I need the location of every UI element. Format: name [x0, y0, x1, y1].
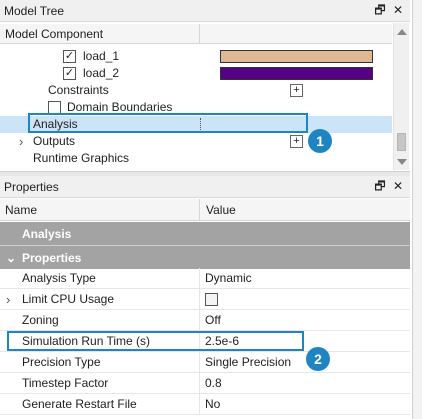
section-properties[interactable]: ⌄ Properties: [0, 246, 410, 269]
close-icon[interactable]: ✕: [392, 3, 404, 17]
load-1-checkbox[interactable]: ✓: [63, 49, 76, 63]
restore-icon[interactable]: 🗗: [374, 3, 386, 17]
tree-item-constraints[interactable]: Constraints: [48, 81, 198, 99]
properties-title: Properties: [4, 179, 59, 194]
scroll-down-icon[interactable]: [397, 159, 407, 165]
property-name: Timestep Factor: [0, 373, 200, 393]
restore-icon[interactable]: 🗗: [374, 179, 386, 193]
add-output-button[interactable]: +: [290, 135, 303, 148]
load-1-color-swatch[interactable]: [220, 50, 373, 63]
load-2-checkbox[interactable]: ✓: [63, 66, 76, 80]
expand-icon[interactable]: ›: [6, 292, 22, 307]
model-tree-title: Model Tree: [4, 3, 65, 18]
tree-item-label: load_2: [83, 66, 120, 80]
tree-item-label: load_1: [83, 49, 120, 63]
tree-item-label: Constraints: [48, 83, 109, 97]
tree-item-runtime-graphics[interactable]: Runtime Graphics: [33, 149, 183, 167]
expand-icon[interactable]: ›: [19, 134, 33, 149]
domain-boundaries-checkbox[interactable]: [48, 100, 61, 114]
tree-item-label: Runtime Graphics: [33, 151, 130, 165]
property-row-analysis-type[interactable]: Analysis Type Dynamic: [0, 268, 410, 289]
property-name: Generate Restart File: [0, 394, 200, 414]
adjacent-panel-edge: [412, 0, 422, 419]
add-constraint-button[interactable]: +: [290, 84, 303, 97]
property-name-cell: › Limit CPU Usage: [0, 289, 200, 309]
scroll-thumb[interactable]: [397, 133, 406, 151]
close-icon[interactable]: ✕: [392, 179, 404, 193]
load-2-color-swatch[interactable]: [220, 67, 373, 80]
property-name: Analysis Type: [0, 268, 200, 288]
tree-item-load-1[interactable]: ✓ load_1: [63, 47, 203, 65]
properties-column-header: Name Value: [0, 199, 410, 221]
property-row-precision-type[interactable]: Precision Type Single Precision: [0, 352, 410, 373]
callout-badge-1: 1: [308, 129, 332, 153]
tree-item-label: Outputs: [33, 134, 76, 148]
property-value[interactable]: No: [200, 397, 220, 411]
model-component-header: Model Component: [0, 24, 200, 43]
tree-item-label: Domain Boundaries: [67, 100, 173, 114]
model-tree-titlebar: Model Tree 🗗 ✕: [0, 0, 410, 22]
section-label: Analysis: [22, 226, 72, 241]
property-row-zoning[interactable]: Zoning Off: [0, 310, 410, 331]
callout-badge-2: 2: [306, 347, 330, 371]
model-tree-scrollbar[interactable]: [393, 23, 409, 170]
properties-titlebar: Properties 🗗 ✕: [0, 176, 410, 198]
callout-box-1: [28, 113, 308, 133]
name-column-header: Name: [0, 199, 200, 220]
section-label: Properties: [22, 250, 82, 265]
section-analysis[interactable]: Analysis: [0, 222, 410, 245]
tree-item-load-2[interactable]: ✓ load_2: [63, 64, 203, 82]
property-row-timestep-factor[interactable]: Timestep Factor 0.8: [0, 373, 410, 394]
property-name: Precision Type: [0, 352, 200, 372]
property-value[interactable]: Off: [200, 313, 221, 327]
property-value[interactable]: Dynamic: [200, 271, 252, 285]
property-row-limit-cpu-usage[interactable]: › Limit CPU Usage: [0, 289, 410, 310]
tree-item-outputs[interactable]: › Outputs: [19, 132, 169, 150]
limit-cpu-checkbox[interactable]: [205, 292, 218, 306]
property-name: Zoning: [0, 310, 200, 330]
value-column-header: Value: [206, 202, 236, 217]
property-value[interactable]: Single Precision: [200, 355, 291, 369]
property-value[interactable]: 0.8: [200, 376, 222, 390]
collapse-icon[interactable]: ⌄: [0, 251, 22, 265]
scroll-up-icon[interactable]: [397, 29, 407, 35]
callout-box-2: [7, 331, 304, 351]
model-tree-column-header: Model Component: [0, 24, 392, 44]
property-row-generate-restart-file[interactable]: Generate Restart File No: [0, 394, 410, 415]
property-name: Limit CPU Usage: [22, 292, 115, 306]
